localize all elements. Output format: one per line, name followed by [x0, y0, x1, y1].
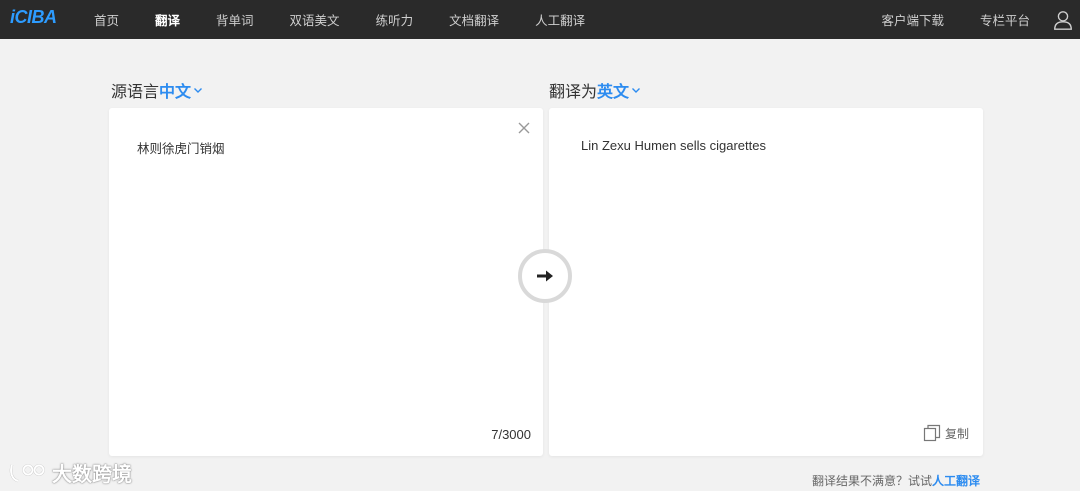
copy-label: 复制 [944, 426, 969, 441]
nav-item-listening[interactable]: 练听力 [376, 10, 414, 29]
human-translate-link[interactable]: 人工翻译 [932, 474, 980, 488]
nav-item-bilingual-articles[interactable]: 双语美文 [290, 10, 340, 29]
translate-button[interactable] [518, 249, 572, 303]
source-text-input[interactable]: 林则徐虎门销烟 [137, 138, 225, 157]
target-panel: Lin Zexu Humen sells cigarettes 复制 [549, 108, 983, 456]
chevron-down-icon [632, 88, 641, 93]
nav-right: 客户端下载 专栏平台 [863, 0, 1080, 39]
nav-item-home[interactable]: 首页 [94, 10, 119, 29]
footer-hint-text: 翻译结果不满意？试试 [811, 474, 932, 488]
iciba-logo[interactable]: iCIBA [10, 7, 57, 28]
watermark-logo-icon [9, 463, 45, 482]
translation-output: Lin Zexu Humen sells cigarettes [581, 138, 766, 153]
nav-item-client-download[interactable]: 客户端下载 [881, 10, 944, 29]
copy-icon [923, 424, 941, 442]
source-panel: 林则徐虎门销烟 7/3000 [109, 108, 543, 456]
nav-item-column-platform[interactable]: 专栏平台 [980, 10, 1030, 29]
target-language-label: 翻译为 英文 [549, 78, 641, 102]
target-language-value: 英文 [597, 82, 630, 101]
source-language-label: 源语言 中文 [111, 78, 203, 102]
arrow-right-icon [537, 270, 553, 282]
footer-hint: 翻译结果不满意？试试人工翻译 [812, 472, 980, 489]
source-language-prefix: 源语言 [111, 82, 160, 101]
target-language-prefix: 翻译为 [549, 82, 598, 101]
nav-item-document-translate[interactable]: 文档翻译 [449, 10, 499, 29]
nav-item-human-translate[interactable]: 人工翻译 [535, 10, 585, 29]
nav-item-vocabulary[interactable]: 背单词 [216, 10, 254, 29]
close-icon[interactable] [517, 121, 531, 135]
character-count: 7/3000 [491, 427, 531, 442]
watermark-text: 大数跨境 [52, 462, 132, 486]
target-language-selector[interactable]: 英文 [597, 78, 641, 102]
watermark: 大数跨境 [8, 458, 132, 487]
top-nav: iCIBA 首页 翻译 背单词 双语美文 练听力 文档翻译 人工翻译 客户端下载… [0, 0, 1080, 39]
source-language-value: 中文 [159, 82, 192, 101]
nav-menu: 首页 翻译 背单词 双语美文 练听力 文档翻译 人工翻译 [76, 0, 603, 39]
source-language-selector[interactable]: 中文 [159, 78, 203, 102]
user-icon[interactable] [1052, 9, 1074, 31]
chevron-down-icon [194, 88, 203, 93]
nav-item-translate[interactable]: 翻译 [155, 10, 180, 29]
copy-button[interactable]: 复制 [923, 424, 969, 442]
